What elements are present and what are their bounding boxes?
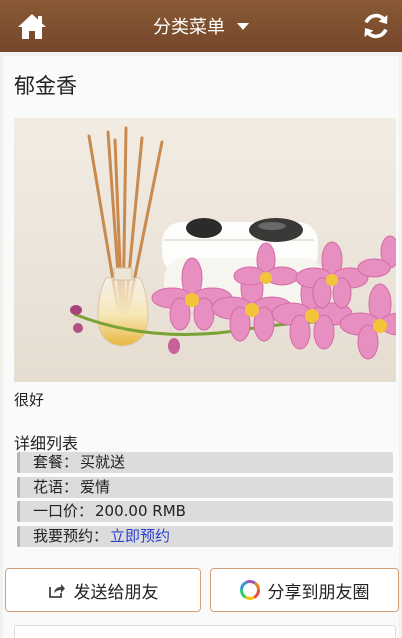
share-icon [48, 584, 65, 598]
top-navigation-bar: 分类菜单 [0, 0, 402, 52]
detail-value: 买就送 [80, 453, 126, 471]
share-to-moments-button[interactable]: 分享到朋友圈 [210, 568, 399, 612]
detail-label: 我要预约： [33, 527, 109, 545]
description-text: 很好 [14, 391, 45, 409]
detail-row-flower-language: 花语： 爱情 [17, 477, 393, 498]
category-menu-label: 分类菜单 [153, 17, 225, 38]
detail-row-package: 套餐： 买就送 [17, 452, 393, 473]
detail-label: 套餐： [33, 453, 79, 471]
product-photo [14, 118, 396, 382]
send-to-friend-button[interactable]: 发送给朋友 [5, 568, 201, 612]
detail-value: 爱情 [80, 478, 111, 496]
detail-value: 200.00 RMB [95, 502, 186, 520]
detail-row-booking: 我要预约： 立即预约 [17, 526, 393, 547]
bottom-panel-edge [14, 625, 396, 638]
detail-label: 花语： [33, 478, 79, 496]
detail-row-price: 一口价： 200.00 RMB [17, 501, 393, 522]
moments-icon [239, 580, 260, 600]
category-menu-dropdown[interactable]: 分类菜单 [153, 13, 249, 39]
send-to-friend-label: 发送给朋友 [73, 582, 159, 603]
book-now-link[interactable]: 立即预约 [110, 527, 170, 545]
home-icon[interactable] [17, 12, 47, 40]
details-heading: 详细列表 [14, 434, 79, 453]
page-title: 郁金香 [14, 74, 77, 98]
share-to-moments-label: 分享到朋友圈 [267, 582, 370, 603]
detail-label: 一口价： [33, 502, 94, 520]
refresh-icon[interactable] [360, 10, 392, 42]
caret-down-icon [237, 22, 249, 30]
